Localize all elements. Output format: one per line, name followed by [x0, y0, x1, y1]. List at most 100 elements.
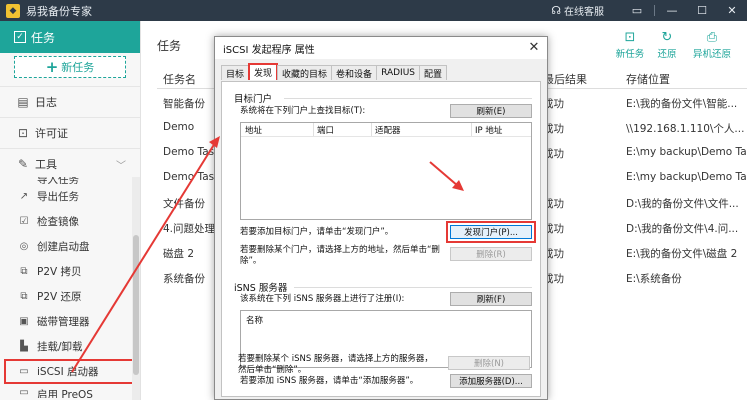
menu-button[interactable]: ▭ — [622, 0, 652, 21]
p2v-restore-icon: ⧉ — [20, 291, 28, 302]
maximize-button[interactable]: ☐ — [687, 0, 717, 21]
mount-icon: ▙ — [20, 341, 28, 352]
check-image-icon: ☑ — [19, 216, 29, 227]
column-header-name[interactable]: 名称 — [241, 311, 531, 329]
offsite-restore-icon: ⎙ — [706, 30, 718, 45]
tab-favorite-targets[interactable]: 收藏的目标 — [277, 65, 333, 80]
restore-icon: ↻ — [661, 30, 673, 45]
new-task-toolbar-button[interactable]: ⊡ 新任务 — [613, 30, 647, 60]
sidebar-item-tools[interactable]: ✎ 工具 ﹀ — [0, 148, 140, 179]
iscsi-properties-dialog: iSCSI 发起程序 属性 ✕ 目标 发现 收藏的目标 卷和设备 RADIUS … — [214, 36, 548, 400]
sidebar-item-license[interactable]: ⊡ 许可证 — [0, 117, 140, 148]
sub-item-check-image[interactable]: ☑ 检查镜像 — [0, 209, 132, 234]
app-title: 易我备份专家 — [26, 4, 92, 18]
target-portals-list[interactable]: 地址 端口 适配器 IP 地址 — [240, 122, 532, 220]
close-icon: ✕ — [528, 40, 540, 55]
sub-item-label: P2V 拷贝 — [37, 266, 82, 278]
sub-item-preos[interactable]: ▭ 启用 PreOS — [0, 384, 132, 398]
target-portals-description: 系统将在下列门户上查找目标(T): — [240, 106, 366, 116]
sub-item-tape-manager[interactable]: ▣ 磁带管理器 — [0, 309, 132, 334]
tab-volumes-devices[interactable]: 卷和设备 — [331, 65, 378, 80]
offsite-restore-toolbar-button[interactable]: ⎙ 异机还原 — [689, 30, 735, 60]
tab-radius[interactable]: RADIUS — [376, 65, 420, 80]
cell-name: Demo Task — [163, 171, 221, 183]
sidebar-item-log[interactable]: ▤ 日志 — [0, 86, 140, 117]
column-header-location[interactable]: 存储位置 — [626, 71, 670, 87]
minimize-icon: — — [666, 4, 678, 17]
sub-item-boot-disk[interactable]: ◎ 创建启动盘 — [0, 234, 132, 259]
headset-icon: ☊ — [551, 4, 561, 17]
sub-item-label: 磁带管理器 — [37, 316, 90, 328]
sidebar-item-task[interactable]: ✓ 任务 — [0, 21, 140, 53]
new-task-button[interactable]: + 新任务 — [14, 56, 126, 78]
restore-toolbar-button[interactable]: ↻ 还原 — [650, 30, 684, 60]
tab-configuration[interactable]: 配置 — [419, 65, 448, 80]
cell-name: 4.问题处理 — [163, 223, 216, 235]
checkbox-icon: ✓ — [14, 31, 26, 43]
cell-location: E:\我的备份文件\磁盘 2 — [626, 248, 738, 260]
online-service-label: 在线客服 — [564, 7, 604, 18]
tab-targets[interactable]: 目标 — [221, 65, 250, 80]
toolbar-label: 异机还原 — [692, 49, 731, 60]
sub-item-label: 导出任务 — [37, 191, 79, 203]
delete-portal-button[interactable]: 删除(R) — [450, 247, 532, 261]
tools-icon: ✎ — [17, 157, 29, 171]
column-header-address[interactable]: 地址 — [245, 124, 262, 136]
iscsi-icon: ▭ — [19, 366, 29, 377]
discover-portal-button[interactable]: 发现门户(P)... — [446, 221, 536, 243]
column-header-result[interactable]: 最后结果 — [543, 71, 587, 87]
close-window-button[interactable]: ✕ — [717, 0, 747, 21]
column-divider — [371, 123, 372, 136]
refresh-isns-button[interactable]: 刷新(F) — [450, 292, 532, 306]
cell-name: Demo — [163, 121, 195, 133]
sub-item-mount[interactable]: ▙ 挂载/卸载 — [0, 334, 132, 359]
cell-name: 文件备份 — [163, 198, 205, 210]
delete-isns-note: 若要删除某个 iSNS 服务器，请选择上方的服务器，然后单击“删除”。 — [238, 354, 433, 375]
plus-icon: + — [45, 58, 59, 76]
sub-item-import-task[interactable]: 导入任务 — [0, 177, 132, 184]
close-icon: ✕ — [727, 4, 737, 17]
delete-isns-button[interactable]: 删除(N) — [448, 356, 530, 370]
page-title: 任务 — [157, 39, 182, 53]
toolbar-label: 还原 — [657, 49, 677, 60]
column-header-name[interactable]: 任务名 — [163, 71, 196, 87]
isns-delete-row: 若要删除某个 iSNS 服务器，请选择上方的服务器，然后单击“删除”。 删除(N… — [220, 354, 540, 384]
sub-item-p2v-restore[interactable]: ⧉ P2V 还原 — [0, 284, 132, 309]
column-divider — [313, 123, 314, 136]
column-divider — [471, 123, 472, 136]
cell-name: 磁盘 2 — [163, 248, 195, 260]
chevron-down-icon: ﹀ — [116, 160, 126, 172]
column-header-ip-address[interactable]: IP 地址 — [475, 124, 502, 136]
cell-location: \\192.168.1.110\个人... — [626, 123, 745, 135]
sub-item-label: 启用 PreOS — [37, 389, 93, 398]
isns-description: 该系统在下列 iSNS 服务器上进行了注册(I): — [240, 294, 405, 304]
cell-name: 系统备份 — [163, 273, 205, 285]
column-header-adapter[interactable]: 适配器 — [375, 124, 401, 136]
discovery-panel: 目标门户 系统将在下列门户上查找目标(T): 刷新(E) 地址 端口 适配器 I… — [221, 81, 541, 397]
sub-item-iscsi-initiator[interactable]: ▭ iSCSI 启动器 — [4, 359, 134, 384]
scrollbar-thumb[interactable] — [133, 235, 139, 375]
cell-name: 智能备份 — [163, 98, 205, 110]
dialog-tabs: 目标 发现 收藏的目标 卷和设备 RADIUS 配置 — [221, 63, 448, 81]
sub-item-label: P2V 还原 — [37, 291, 82, 303]
sub-item-p2v-copy[interactable]: ⧉ P2V 拷贝 — [0, 259, 132, 284]
column-header-port[interactable]: 端口 — [317, 124, 334, 136]
sidebar-item-label: 日志 — [35, 96, 57, 109]
sidebar: ✓ 任务 + 新任务 ▤ 日志 ⊡ 许可证 ✎ 工具 ﹀ 导入任务 ↗ 导出任务… — [0, 21, 141, 400]
sub-item-export-task[interactable]: ↗ 导出任务 — [0, 184, 132, 209]
toolbar-label: 新任务 — [615, 49, 645, 60]
boot-disk-icon: ◎ — [19, 241, 29, 252]
p2v-copy-icon: ⧉ — [20, 266, 28, 277]
refresh-portals-button[interactable]: 刷新(E) — [450, 104, 532, 118]
dialog-close-button[interactable]: ✕ — [527, 40, 541, 55]
log-icon: ▤ — [17, 95, 29, 109]
sub-item-label: iSCSI 启动器 — [37, 366, 99, 378]
sub-item-label: 创建启动盘 — [37, 241, 90, 253]
menu-icon: ▭ — [631, 4, 643, 17]
sidebar-scrollbar[interactable] — [132, 177, 140, 400]
minimize-button[interactable]: — — [657, 0, 687, 21]
tab-discovery[interactable]: 发现 — [248, 63, 279, 80]
online-service-button[interactable]: ☊ 在线客服 — [551, 3, 604, 18]
export-icon: ↗ — [19, 191, 29, 202]
